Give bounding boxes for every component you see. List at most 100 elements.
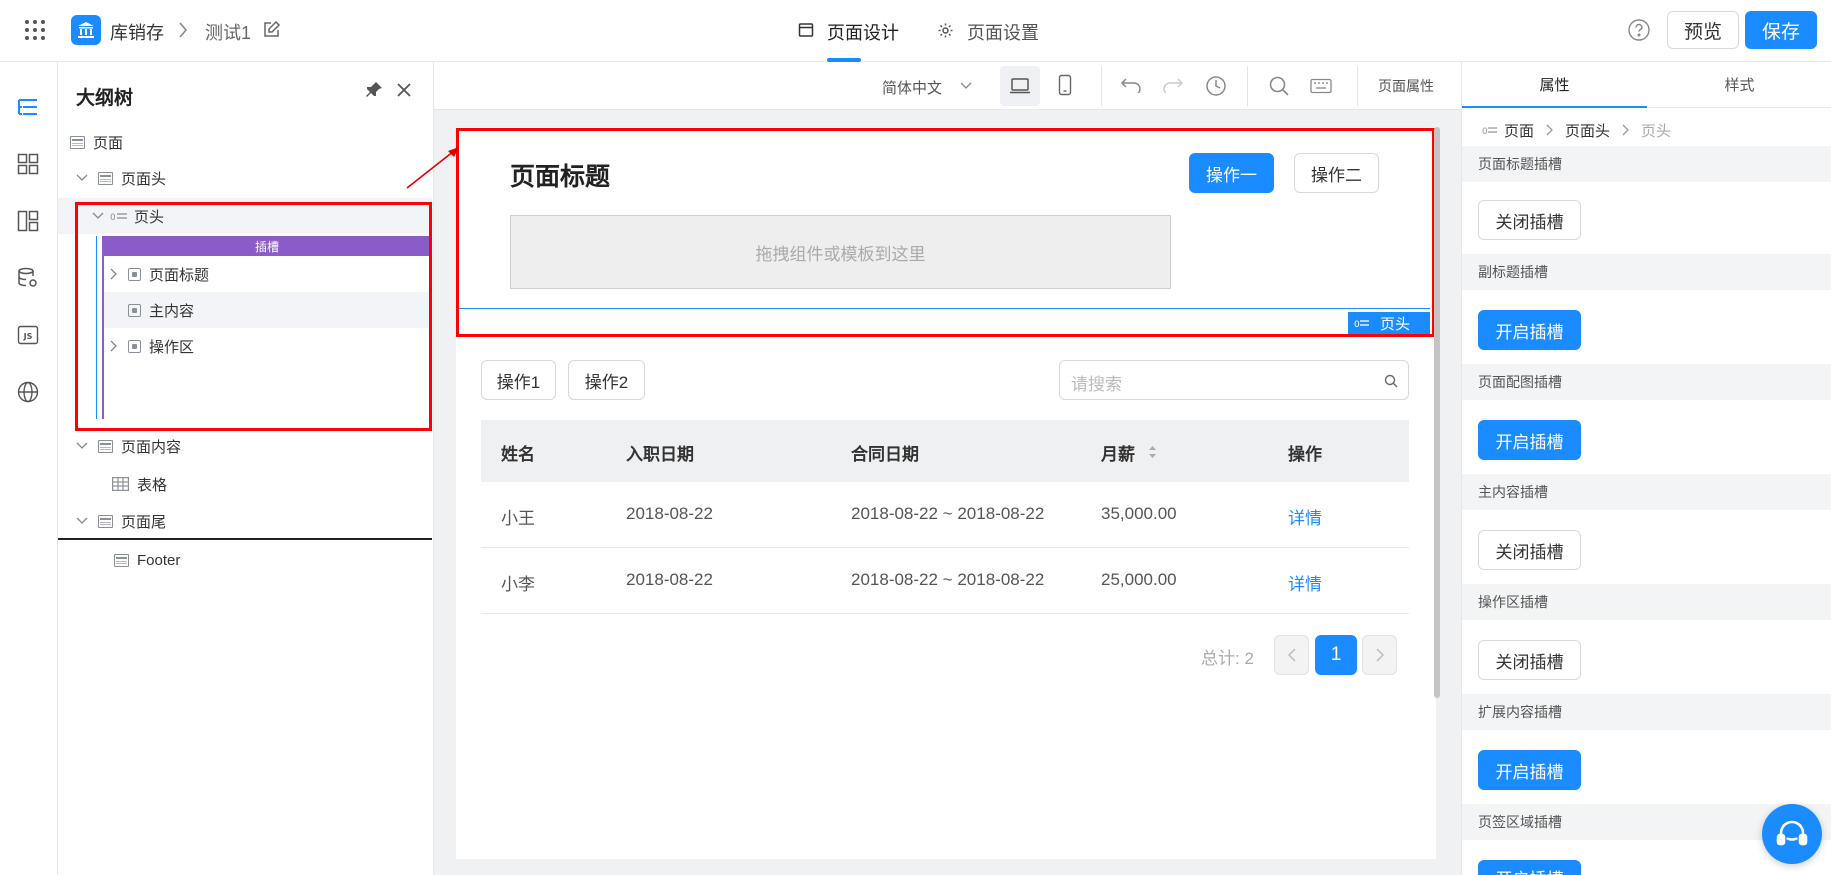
preview-button[interactable]: 预览 xyxy=(1667,11,1739,49)
help-icon[interactable] xyxy=(1628,19,1650,41)
redo-icon[interactable] xyxy=(1162,77,1184,93)
breadcrumb-item[interactable]: 页面头 xyxy=(1565,120,1610,141)
tree-node-table[interactable]: 表格 xyxy=(58,466,432,502)
next-page-button[interactable] xyxy=(1362,635,1397,675)
chevron-down-icon[interactable] xyxy=(76,517,88,525)
toggle-slot-button[interactable]: 关闭插槽 xyxy=(1478,530,1581,570)
section-icon xyxy=(98,171,113,185)
component-icon xyxy=(128,339,141,353)
layout-icon[interactable] xyxy=(13,206,43,236)
tab-page-design[interactable]: 页面设计 xyxy=(790,0,900,62)
mobile-view-icon[interactable] xyxy=(1058,74,1072,96)
page-props-button[interactable]: 页面属性 xyxy=(1378,76,1434,96)
desktop-view-button[interactable] xyxy=(1000,66,1040,106)
pin-icon[interactable] xyxy=(364,80,384,100)
page-1-button[interactable]: 1 xyxy=(1315,635,1357,675)
column-header: 操作 xyxy=(1288,445,1322,464)
tree-node-main-content[interactable]: 主内容 xyxy=(104,292,432,328)
page-title[interactable]: 页面标题 xyxy=(510,157,610,193)
canvas-toolbar: 简体中文 页面属性 xyxy=(434,62,1461,110)
save-button[interactable]: 保存 xyxy=(1745,11,1817,49)
prev-page-button[interactable] xyxy=(1274,635,1309,675)
tree-node-label: 页面尾 xyxy=(121,513,167,531)
tree-node-page-header[interactable]: 页面头 xyxy=(58,160,432,196)
tree-node-label: 页面 xyxy=(93,134,124,152)
toggle-slot-button[interactable]: 关闭插槽 xyxy=(1478,200,1581,240)
js-code-icon[interactable]: JS xyxy=(13,320,43,350)
table-header-row xyxy=(481,420,1409,482)
breadcrumb-item[interactable]: 页面 xyxy=(1504,120,1534,141)
svg-text:0: 0 xyxy=(1482,127,1488,135)
column-header: 入职日期 xyxy=(626,445,694,464)
properties-panel: 属性 样式 0 页面 页面头 页头 页面标题插槽 关闭插槽 副标题插槽 开启插槽… xyxy=(1461,62,1831,875)
toggle-slot-button[interactable]: 开启插槽 xyxy=(1478,310,1581,350)
page-design-icon xyxy=(798,22,814,38)
toggle-slot-button[interactable]: 关闭插槽 xyxy=(1478,640,1581,680)
tree-node-action-area[interactable]: 操作区 xyxy=(58,328,432,364)
outline-tree-icon[interactable] xyxy=(13,92,43,122)
tab-label: 页面设计 xyxy=(827,23,899,43)
tree-node-label: 主内容 xyxy=(149,302,195,320)
cell-contract-date: 2018-08-22 ~ 2018-08-22 xyxy=(851,504,1045,523)
details-link[interactable]: 详情 xyxy=(1288,504,1322,529)
toggle-slot-button[interactable]: 开启插槽 xyxy=(1478,420,1581,460)
search-icon[interactable] xyxy=(1268,75,1290,97)
column-header: 合同日期 xyxy=(851,445,919,464)
chevron-right-icon[interactable] xyxy=(110,268,120,280)
search-placeholder: 请搜索 xyxy=(1071,375,1122,394)
tab-page-settings[interactable]: 页面设置 xyxy=(930,0,1050,62)
tree-node-page-footer[interactable]: 页面尾 xyxy=(58,504,432,540)
column-header-sortable[interactable]: 月薪 xyxy=(1101,440,1135,465)
chevron-right-icon xyxy=(1622,124,1629,136)
components-icon[interactable] xyxy=(13,149,43,179)
table-action-1-button[interactable]: 操作1 xyxy=(481,360,556,400)
tab-styles[interactable]: 样式 xyxy=(1647,62,1831,108)
toggle-slot-button[interactable]: 开启插槽 xyxy=(1478,750,1581,790)
chevron-down-icon[interactable] xyxy=(76,442,88,450)
outline-panel: 大纲树 页面 页面头 0 页头 插槽 页面标题 主内容 操作区 页面内容 表格 … xyxy=(58,62,434,875)
tree-node-header-selected[interactable]: 0 页头 xyxy=(58,198,432,234)
search-icon[interactable] xyxy=(1384,374,1398,388)
canvas-scrollbar[interactable] xyxy=(1434,127,1440,698)
history-icon[interactable] xyxy=(1205,75,1227,97)
component-icon xyxy=(128,267,141,281)
tree-node-page-content[interactable]: 页面内容 xyxy=(58,428,432,464)
header-action-one-button[interactable]: 操作一 xyxy=(1189,153,1274,193)
app-name[interactable]: 库销存 xyxy=(110,19,164,45)
tree-node-label: 页面标题 xyxy=(149,266,210,284)
search-input[interactable]: 请搜索 xyxy=(1059,360,1409,400)
component-tag[interactable]: 0 页头 xyxy=(1348,312,1430,334)
tree-node-page-title[interactable]: 页面标题 xyxy=(58,256,432,292)
edit-icon[interactable] xyxy=(263,20,281,38)
keyboard-icon[interactable] xyxy=(1310,78,1332,94)
apps-grid-icon[interactable] xyxy=(24,19,46,41)
toggle-slot-button[interactable]: 开启插槽 xyxy=(1478,860,1581,875)
app-logo-icon xyxy=(71,15,101,45)
sort-icon[interactable] xyxy=(1149,446,1156,458)
chevron-down-icon[interactable] xyxy=(76,174,88,182)
tree-node-label: 表格 xyxy=(137,476,168,494)
section-title-image-slot: 页面配图插槽 xyxy=(1462,364,1831,400)
cell-name: 小王 xyxy=(501,509,535,528)
outline-title: 大纲树 xyxy=(76,88,134,109)
component-tag-label: 页头 xyxy=(1380,315,1411,333)
details-link[interactable]: 详情 xyxy=(1288,570,1322,595)
tree-node-page[interactable]: 页面 xyxy=(58,124,432,160)
chevron-down-icon[interactable] xyxy=(92,212,104,220)
laptop-icon xyxy=(1010,78,1030,94)
close-icon[interactable] xyxy=(395,81,413,99)
table-action-2-button[interactable]: 操作2 xyxy=(568,360,645,400)
support-chat-button[interactable] xyxy=(1762,804,1822,864)
globe-icon[interactable] xyxy=(13,377,43,407)
tab-properties[interactable]: 属性 xyxy=(1462,62,1647,108)
header-action-two-button[interactable]: 操作二 xyxy=(1294,153,1379,193)
language-select[interactable]: 简体中文 xyxy=(882,77,942,98)
data-source-icon[interactable] xyxy=(13,263,43,293)
section-title-extension-slot: 扩展内容插槽 xyxy=(1462,694,1831,730)
tree-node-footer[interactable]: Footer xyxy=(58,542,432,578)
tree-node-label: 操作区 xyxy=(149,338,195,356)
drop-zone[interactable]: 拖拽组件或模板到这里 xyxy=(510,215,1171,289)
column-header: 姓名 xyxy=(501,445,535,464)
undo-icon[interactable] xyxy=(1120,77,1142,93)
chevron-right-icon[interactable] xyxy=(110,340,120,352)
